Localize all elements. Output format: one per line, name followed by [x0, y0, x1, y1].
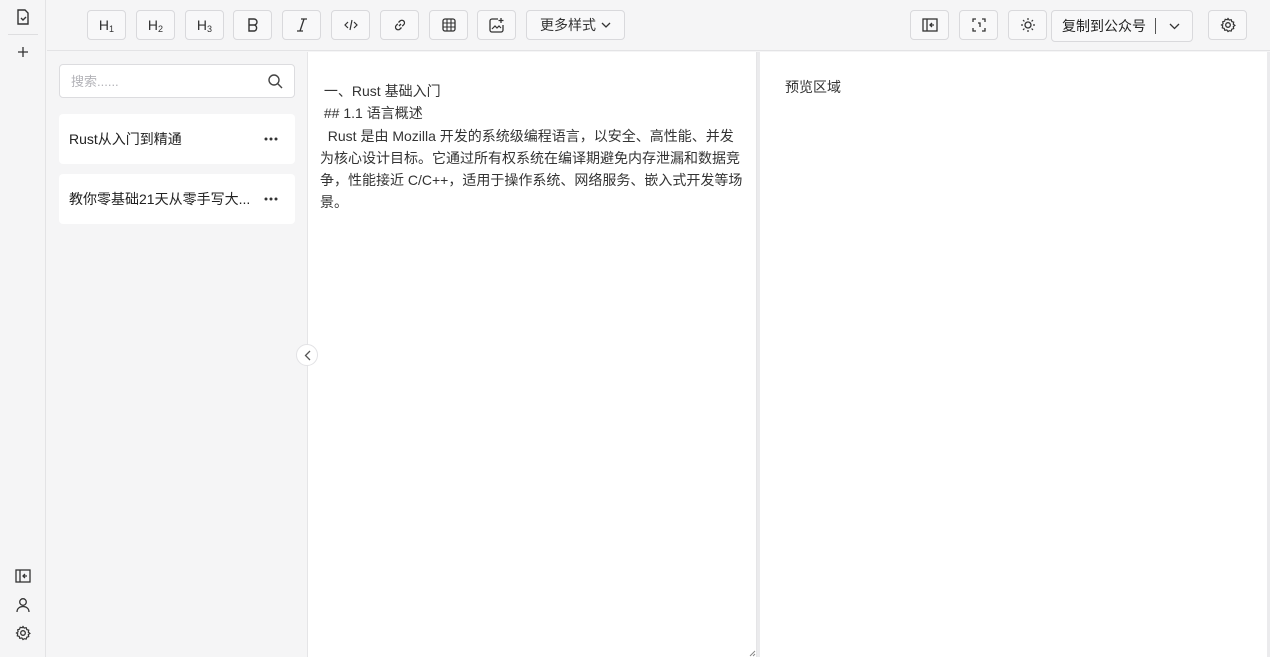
more-options-icon[interactable] [263, 131, 279, 147]
heading3-button[interactable]: H3 [185, 10, 224, 40]
copy-options-dropdown[interactable] [1156, 11, 1192, 41]
editor-content[interactable]: 一、Rust 基础入门 ## 1.1 语言概述 Rust 是由 Mozilla … [320, 80, 745, 214]
more-options-icon[interactable] [263, 191, 279, 207]
document-title: Rust从入门到精通 [69, 131, 182, 147]
fullscreen-icon [971, 18, 986, 32]
heading2-button[interactable]: H2 [136, 10, 175, 40]
copy-to-wechat-button: 复制到公众号 [1051, 10, 1193, 42]
heading2-label: H2 [147, 16, 164, 34]
heading1-label: H1 [98, 16, 115, 34]
document-sidebar: Rust从入门到精通 教你零基础21天从零手写大... [47, 52, 307, 657]
chevron-down-icon [1169, 23, 1180, 30]
search-input[interactable] [60, 65, 250, 97]
italic-icon [296, 18, 308, 32]
markdown-editor[interactable]: 一、Rust 基础入门 ## 1.1 语言概述 Rust 是由 Mozilla … [307, 52, 757, 657]
collapse-sidebar-icon[interactable] [13, 566, 33, 586]
table-icon [441, 18, 456, 32]
heading1-button[interactable]: H1 [87, 10, 126, 40]
resize-handle-icon[interactable] [748, 649, 756, 657]
more-styles-label: 更多样式 [540, 17, 596, 33]
add-icon[interactable] [13, 42, 33, 62]
bold-icon [247, 18, 259, 32]
image-button[interactable] [477, 10, 516, 40]
search-box [59, 64, 295, 98]
rail-divider [8, 34, 38, 35]
search-icon[interactable] [267, 73, 283, 89]
settings-button[interactable] [1208, 10, 1247, 40]
collapse-sidebar-button[interactable] [296, 344, 318, 366]
fullscreen-button[interactable] [959, 10, 998, 40]
heading3-label: H3 [196, 16, 213, 34]
toolbar: H1 H2 H3 更多样式 复制到公众号 [47, 0, 1270, 51]
settings-icon[interactable] [13, 623, 33, 643]
link-icon [393, 18, 407, 32]
more-styles-dropdown[interactable]: 更多样式 [526, 10, 625, 40]
image-upload-icon [488, 17, 505, 33]
document-title: 教你零基础21天从零手写大... [69, 191, 251, 207]
link-button[interactable] [380, 10, 419, 40]
italic-button[interactable] [282, 10, 321, 40]
copy-to-wechat-label[interactable]: 复制到公众号 [1052, 16, 1155, 36]
chevron-left-icon [304, 350, 311, 361]
sun-icon [1020, 17, 1036, 33]
bold-button[interactable] [233, 10, 272, 40]
settings-icon [1219, 17, 1236, 33]
left-rail [0, 0, 46, 657]
code-button[interactable] [331, 10, 370, 40]
document-item[interactable]: 教你零基础21天从零手写大... [59, 174, 295, 224]
code-icon [343, 19, 358, 31]
layout-toggle-button[interactable] [910, 10, 949, 40]
new-file-icon[interactable] [13, 7, 33, 27]
user-icon[interactable] [13, 595, 33, 615]
document-item[interactable]: Rust从入门到精通 [59, 114, 295, 164]
table-button[interactable] [429, 10, 468, 40]
preview-placeholder: 预览区域 [785, 79, 841, 95]
layout-icon [921, 18, 938, 32]
chevron-down-icon [601, 22, 611, 28]
preview-pane: 预览区域 [760, 52, 1267, 657]
theme-toggle-button[interactable] [1008, 10, 1047, 40]
